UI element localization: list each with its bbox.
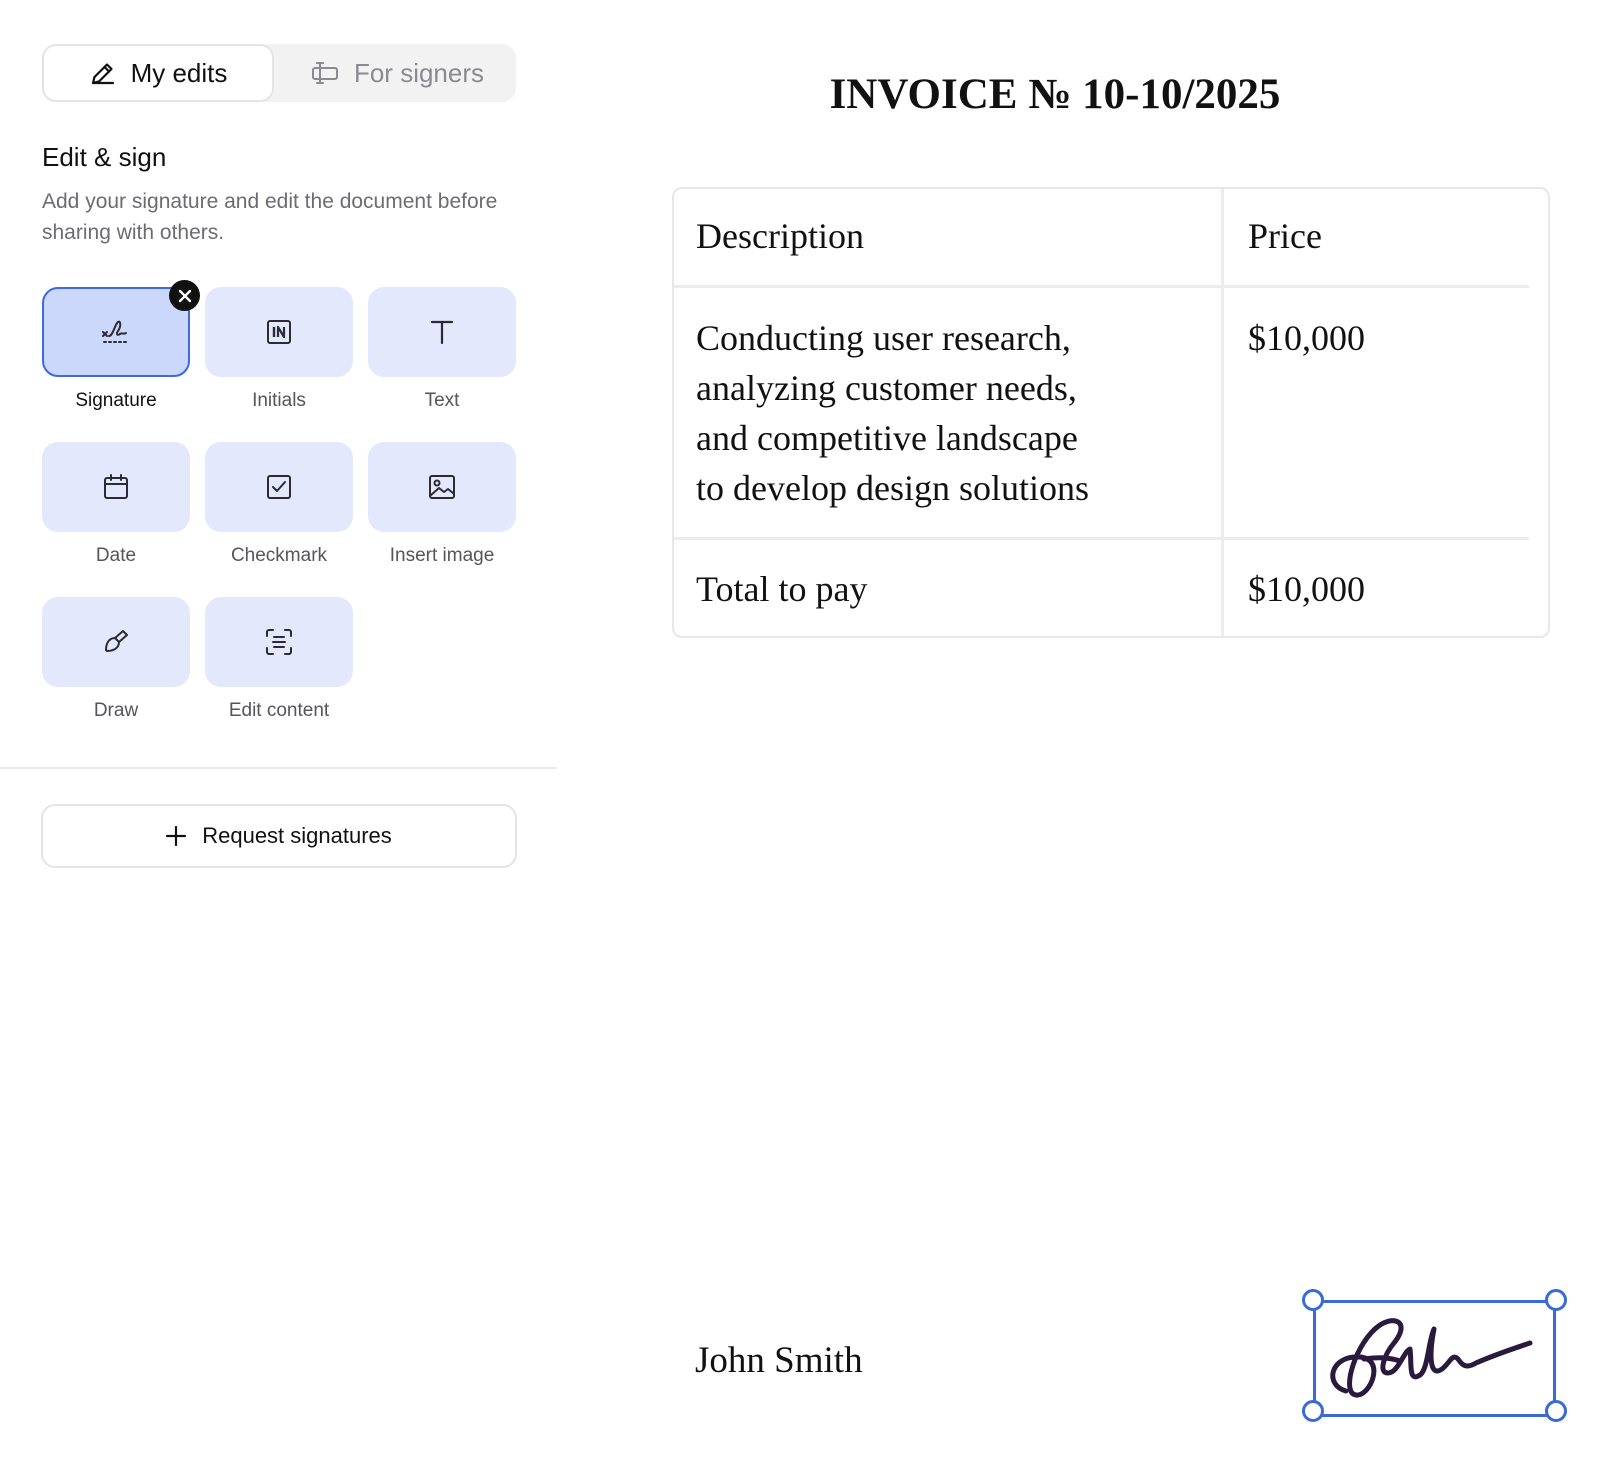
- table-row-divider: [674, 537, 1529, 540]
- tool-draw[interactable]: [42, 597, 190, 687]
- text-icon: [430, 320, 454, 345]
- pencil-icon: [91, 63, 114, 85]
- tool-text-label: Text: [424, 390, 460, 411]
- tab-my-edits[interactable]: My edits: [42, 44, 274, 102]
- edit-panel: My edits For signers Edit & sign Add you…: [0, 0, 557, 1477]
- tool-edit-content-label: Edit content: [228, 700, 330, 721]
- description-line: and competitive landscape: [696, 418, 1078, 458]
- description-line: Conducting user research,: [696, 318, 1071, 358]
- tool-checkmark[interactable]: [205, 442, 353, 532]
- mode-switcher: My edits For signers: [42, 44, 516, 102]
- edit-content-icon: [266, 629, 292, 655]
- table-row-divider: [674, 285, 1529, 288]
- request-signatures-label: Request signatures: [202, 823, 392, 848]
- close-icon: [178, 289, 191, 302]
- tool-edit-content[interactable]: [205, 597, 353, 687]
- plus-icon: [166, 826, 187, 846]
- calendar-icon: [104, 474, 128, 499]
- description-cell: Conducting user research, analyzing cust…: [696, 313, 1089, 513]
- tool-date-label: Date: [95, 545, 137, 566]
- total-label: Total to pay: [696, 569, 868, 609]
- tool-date[interactable]: [42, 442, 190, 532]
- brush-icon: [105, 630, 128, 652]
- tab-for-signers-label: For signers: [353, 57, 485, 88]
- table-column-divider: [1221, 189, 1224, 636]
- remove-tool-button[interactable]: [169, 280, 200, 311]
- invoice-table: Description Price Conducting user resear…: [672, 187, 1550, 638]
- resize-handle-top-left[interactable]: [1302, 1289, 1324, 1311]
- resize-handle-top-right[interactable]: [1545, 1289, 1567, 1311]
- tool-signature-label: Signature: [75, 390, 157, 411]
- header-price: Price: [1248, 216, 1322, 256]
- placed-signature[interactable]: [1302, 1289, 1567, 1422]
- request-signatures-button[interactable]: Request signatures: [41, 804, 517, 868]
- price-cell: $10,000: [1248, 318, 1365, 358]
- image-icon: [429, 475, 455, 499]
- signers-field-icon: [311, 62, 338, 84]
- initials-icon: [267, 320, 291, 344]
- signature-icon: [102, 320, 129, 343]
- signer-name: John Smith: [695, 1340, 863, 1381]
- header-description: Description: [696, 216, 864, 256]
- tool-insert-image-label: Insert image: [389, 545, 495, 566]
- section-description: Add your signature and edit the document…: [42, 190, 498, 244]
- tool-signature[interactable]: [42, 287, 190, 377]
- tab-for-signers[interactable]: For signers: [278, 44, 516, 102]
- signature-drawing: [1330, 1318, 1533, 1398]
- tool-insert-image[interactable]: [368, 442, 516, 532]
- panel-divider: [0, 767, 557, 769]
- description-line: analyzing customer needs,: [696, 368, 1077, 408]
- total-price: $10,000: [1248, 569, 1365, 609]
- resize-handle-bottom-right[interactable]: [1545, 1400, 1567, 1422]
- tool-draw-label: Draw: [93, 700, 139, 721]
- tool-text[interactable]: [368, 287, 516, 377]
- resize-handle-bottom-left[interactable]: [1302, 1400, 1324, 1422]
- section-title: Edit & sign: [42, 142, 167, 172]
- description-line: to develop design solutions: [696, 468, 1089, 508]
- checkmark-icon: [267, 475, 291, 499]
- tool-initials-label: Initials: [252, 390, 306, 411]
- tool-initials[interactable]: [205, 287, 353, 377]
- tool-checkmark-label: Checkmark: [230, 545, 328, 566]
- invoice-title: INVOICE № 10-10/2025: [829, 71, 1281, 118]
- tab-my-edits-label: My edits: [130, 57, 228, 88]
